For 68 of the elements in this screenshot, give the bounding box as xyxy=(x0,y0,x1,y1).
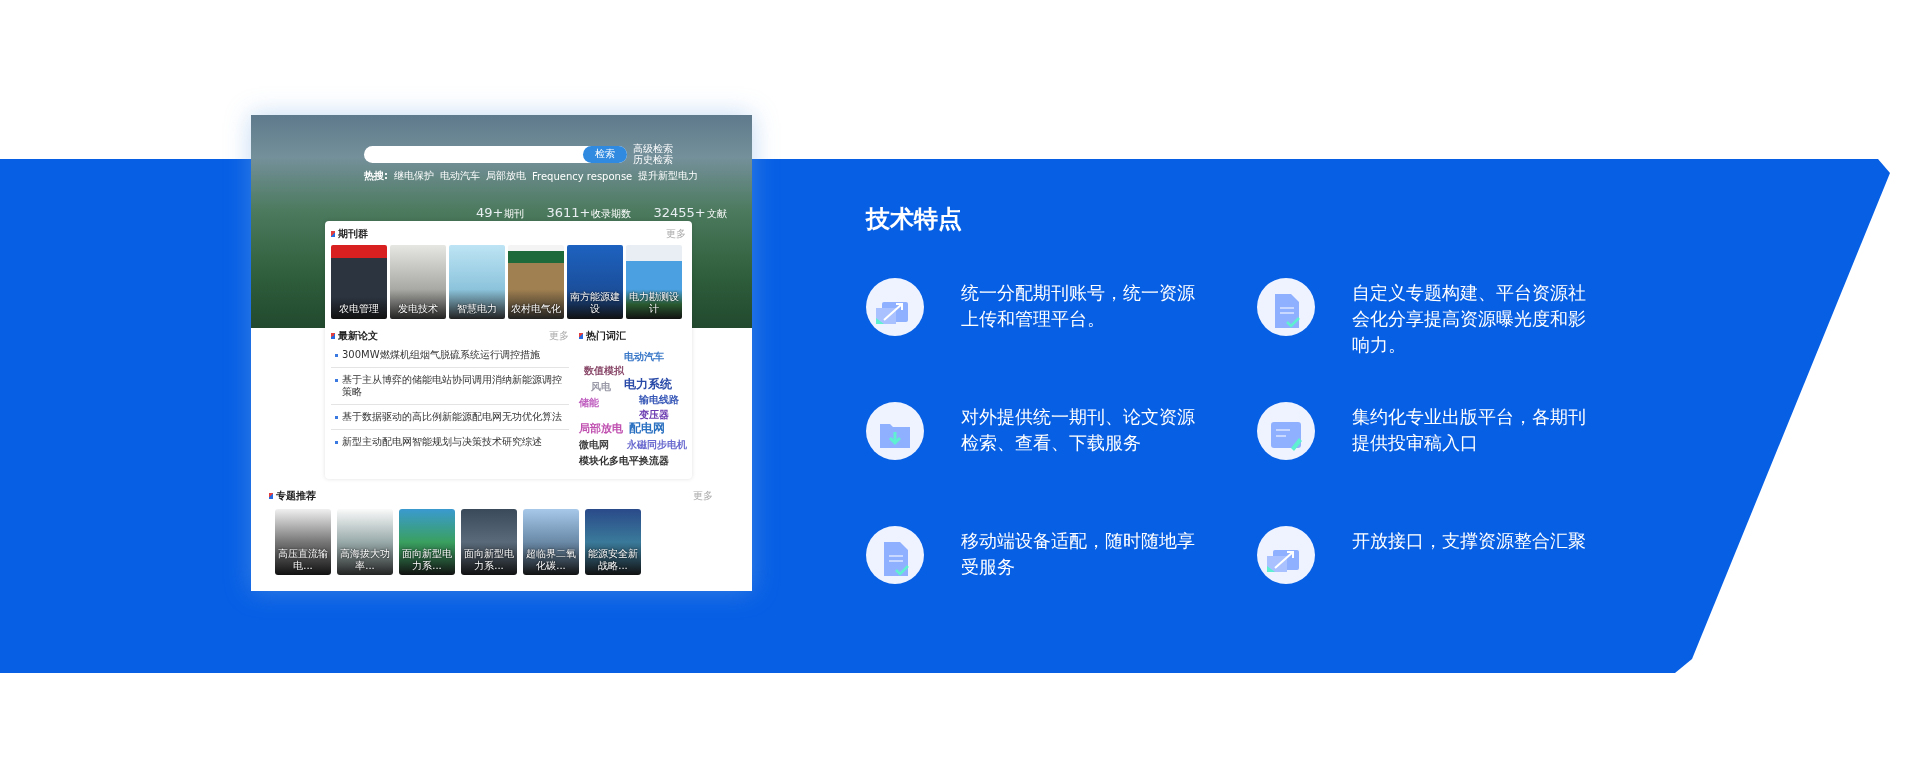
document-check-icon xyxy=(866,526,924,584)
section-title: 期刊群 xyxy=(338,227,368,241)
section-mark-icon xyxy=(269,493,273,499)
journal-cover[interactable]: 发电技术 xyxy=(390,245,446,319)
hot-search-label: 热搜: xyxy=(364,169,388,183)
journal-cover[interactable]: 农电管理 xyxy=(331,245,387,319)
journal-cover[interactable]: 电力勘测设计 xyxy=(626,245,682,319)
stat-label: 文献 xyxy=(706,207,727,221)
section-title: 最新论文 xyxy=(338,329,378,343)
upload-icon xyxy=(1257,526,1315,584)
section-mark-icon xyxy=(331,231,335,237)
topic-card[interactable]: 超临界二氧化碳... xyxy=(523,509,579,575)
search-link[interactable]: 历史检索 xyxy=(633,154,673,165)
feature-text: 自定义专题构建、平台资源社会化分享提高资源曝光度和影响力。 xyxy=(1352,281,1587,357)
keyword-link[interactable]: 储能 xyxy=(579,397,599,408)
section-title: 技术特点 xyxy=(866,203,963,235)
paper-title-link[interactable]: 基于主从博弈的储能电站协同调用消纳新能源调控策略 xyxy=(342,374,569,398)
upload-icon xyxy=(866,278,924,336)
section-mark-icon xyxy=(579,333,583,339)
bullet-icon xyxy=(335,441,338,444)
keyword-link[interactable]: 电动汽车 xyxy=(624,351,664,362)
topic-card[interactable]: 面向新型电力系... xyxy=(399,509,455,575)
folder-download-icon xyxy=(866,402,924,460)
keyword-link[interactable]: 数值模拟 xyxy=(584,365,624,376)
section-title: 专题推荐 xyxy=(276,489,316,503)
journal-cover[interactable]: 南方能源建设 xyxy=(567,245,623,319)
stat-value: 3611+ xyxy=(546,205,591,220)
feature-text: 移动端设备适配，随时随地享受服务 xyxy=(961,529,1196,579)
keyword-link[interactable]: 微电网 xyxy=(579,439,609,450)
section-mark-icon xyxy=(331,333,335,339)
search-button[interactable]: 检索 xyxy=(583,145,627,163)
bullet-icon xyxy=(335,354,338,357)
document-check-icon xyxy=(1257,278,1315,336)
stat-label: 期刊 xyxy=(504,207,525,221)
keyword-link[interactable]: 局部放电 xyxy=(579,423,623,436)
hot-search-link[interactable]: Frequency response xyxy=(532,170,633,182)
feature-text: 统一分配期刊账号，统一资源上传和管理平台。 xyxy=(961,281,1196,331)
hot-search-link[interactable]: 电动汽车 xyxy=(440,169,480,183)
document-pen-icon xyxy=(1257,402,1315,460)
topic-card[interactable]: 高海拔大功率... xyxy=(337,509,393,575)
feature-text: 对外提供统一期刊、论文资源检索、查看、下载服务 xyxy=(961,405,1196,455)
keyword-link[interactable]: 输电线路 xyxy=(639,394,679,405)
search-link[interactable]: 高级检索 xyxy=(633,143,673,154)
paper-title-link[interactable]: 300MW燃煤机组烟气脱硫系统运行调控措施 xyxy=(342,349,540,361)
paper-title-link[interactable]: 新型主动配电网智能规划与决策技术研究综述 xyxy=(342,436,542,448)
keyword-link[interactable]: 电力系统 xyxy=(624,378,672,392)
bullet-icon xyxy=(335,379,338,382)
keyword-link[interactable]: 模块化多电平换流器 xyxy=(579,455,669,466)
journal-cover[interactable]: 智慧电力 xyxy=(449,245,505,319)
paper-title-link[interactable]: 基于数据驱动的高比例新能源配电网无功优化算法 xyxy=(342,411,562,423)
journal-cover[interactable]: 农村电气化 xyxy=(508,245,564,319)
bullet-icon xyxy=(335,416,338,419)
topic-card[interactable]: 面向新型电力系... xyxy=(461,509,517,575)
section-title: 热门词汇 xyxy=(586,329,626,343)
hot-search-link[interactable]: 局部放电 xyxy=(486,169,526,183)
topic-card[interactable]: 能源安全新战略... xyxy=(585,509,641,575)
feature-text: 集约化专业出版平台，各期刊提供投审稿入口 xyxy=(1352,405,1587,455)
search-field[interactable]: 检索 xyxy=(364,145,627,163)
stat-value: 32455+ xyxy=(653,205,706,220)
keyword-link[interactable]: 永磁同步电机 xyxy=(627,439,687,450)
hot-search-link[interactable]: 继电保护 xyxy=(394,169,434,183)
stat-label: 收录期数 xyxy=(591,207,632,221)
keyword-link[interactable]: 变压器 xyxy=(639,409,669,420)
stat-value: 49+ xyxy=(476,205,504,220)
feature-text: 开放接口，支撑资源整合汇聚 xyxy=(1352,529,1587,553)
topic-card[interactable]: 高压直流输电... xyxy=(275,509,331,575)
hot-search-link[interactable]: 提升新型电力 xyxy=(638,169,699,183)
keyword-link[interactable]: 配电网 xyxy=(629,422,665,436)
